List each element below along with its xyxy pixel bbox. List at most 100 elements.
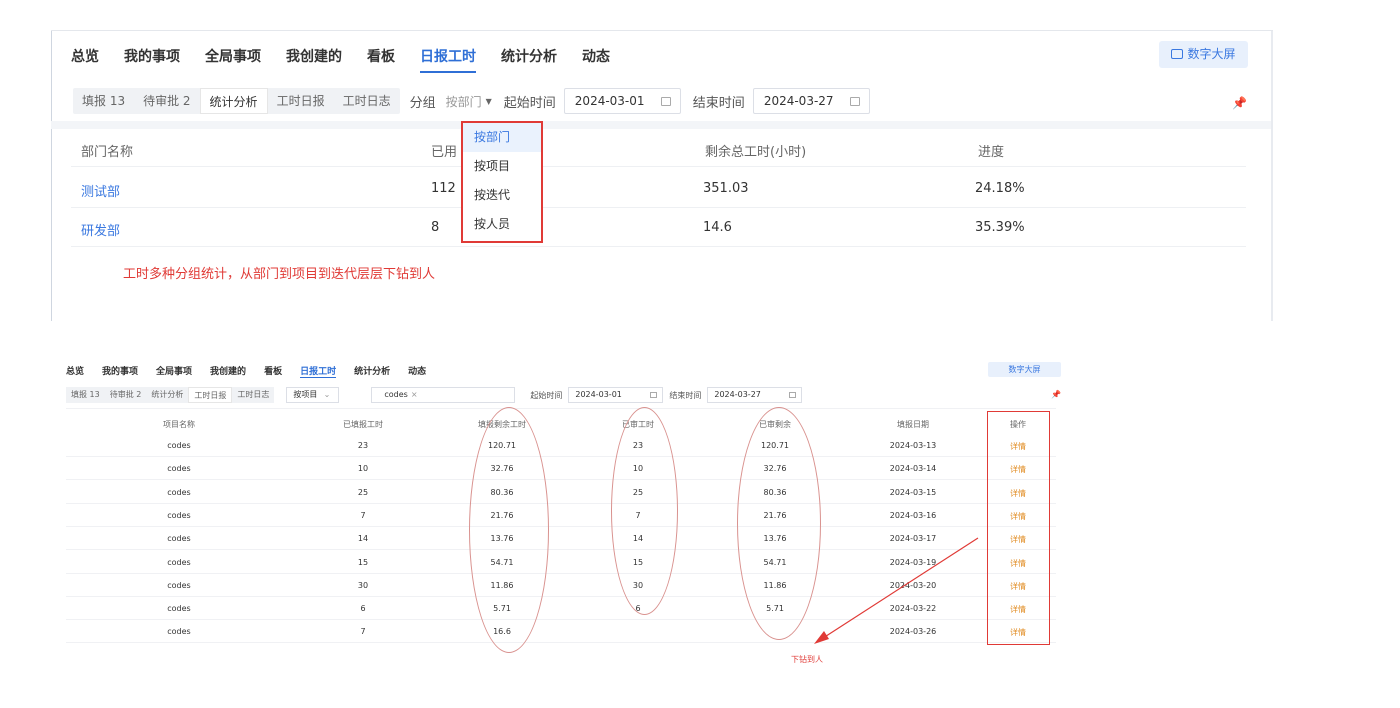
- start-label: 起始时间: [530, 390, 563, 400]
- big-screen-label: 数字大屏: [1008, 365, 1041, 374]
- annotation-text: 下钻到人: [791, 655, 823, 664]
- nav-tab[interactable]: 动态: [408, 364, 426, 378]
- table-cell: 7: [360, 627, 366, 637]
- calendar-icon: [849, 97, 860, 106]
- end-label: 结束时间: [692, 95, 745, 111]
- nav-tab[interactable]: 看板: [367, 47, 395, 73]
- table-cell: codes: [167, 580, 191, 590]
- close-icon[interactable]: ×: [411, 390, 418, 399]
- end-date-input[interactable]: 2024-03-27: [752, 88, 870, 114]
- segment-tab[interactable]: 填报 13: [73, 88, 134, 114]
- nav-tab[interactable]: 看板: [264, 364, 282, 378]
- nav-tab[interactable]: 我创建的: [286, 47, 342, 73]
- remaining-hours: 14.6: [703, 220, 732, 235]
- chevron-down-icon: ⌄: [323, 390, 331, 399]
- top-toolbar: 填报 13 待审批 2 统计分析 工时日报 工时日志 分组 按部门 ▼ 起始时间 2024…: [73, 88, 870, 114]
- top-panel: 总览 我的事项 全局事项 我创建的 看板 日报工时 统计分析 动态 数字大屏 填报 13 待审批…: [51, 30, 1273, 321]
- nav-tab[interactable]: 全局事项: [156, 364, 192, 378]
- segment-tab[interactable]: 待审批 2: [134, 88, 199, 114]
- row-divider: [66, 456, 1056, 457]
- nav-tab[interactable]: 总览: [66, 364, 84, 378]
- table-cell: 2024-03-16: [889, 510, 937, 520]
- table-cell: 2024-03-15: [889, 487, 937, 497]
- group-select[interactable]: 按部门 ▼: [446, 93, 492, 110]
- table-cell: 25: [357, 487, 369, 497]
- end-date-value: 2024-03-27: [763, 94, 834, 108]
- screen-icon: [1171, 49, 1184, 59]
- dropdown-option[interactable]: 按项目: [463, 152, 541, 181]
- view-segments: 填报 13 待审批 2 统计分析 工时日报 工时日志: [66, 387, 275, 403]
- table-cell: codes: [167, 604, 191, 614]
- nav-tab[interactable]: 日报工时: [300, 364, 337, 378]
- nav-tab[interactable]: 日报工时: [420, 47, 476, 73]
- table-cell: codes: [167, 510, 191, 520]
- calendar-icon: [660, 97, 671, 106]
- table-cell: 2024-03-14: [889, 464, 937, 474]
- pin-icon[interactable]: 📌: [1232, 96, 1247, 110]
- project-filter[interactable]: codes ×: [371, 387, 516, 403]
- table-cell: codes: [167, 464, 191, 474]
- start-date-input[interactable]: 2024-03-01: [563, 88, 681, 114]
- segment-tab[interactable]: 工时日报: [268, 88, 334, 114]
- end-label: 结束时间: [669, 390, 702, 400]
- big-screen-button[interactable]: 数字大屏: [988, 362, 1061, 377]
- table-cell: 15: [357, 557, 369, 567]
- table-cell: codes: [167, 627, 191, 637]
- nav-tab[interactable]: 动态: [582, 47, 610, 73]
- dept-link[interactable]: 测试部: [81, 181, 120, 200]
- start-date-input[interactable]: 2024-03-01: [568, 387, 664, 403]
- top-nav: 总览 我的事项 全局事项 我创建的 看板 日报工时 统计分析 动态: [71, 47, 635, 73]
- nav-tab[interactable]: 我的事项: [124, 47, 180, 73]
- table-cell: 2024-03-13: [889, 441, 937, 450]
- col-header-dept: 部门名称: [81, 145, 134, 160]
- group-dropdown: 按部门 按项目 按迭代 按人员: [461, 121, 543, 243]
- bottom-toolbar: 填报 13 待审批 2 统计分析 工时日报 工时日志 按项目 ⌄ codes × 起始时间 …: [66, 387, 803, 403]
- dropdown-option[interactable]: 按迭代: [463, 181, 541, 210]
- table-cell: 7: [360, 510, 366, 520]
- calendar-icon: [650, 392, 658, 398]
- start-date-value: 2024-03-01: [574, 94, 645, 108]
- table-cell: codes: [167, 534, 191, 544]
- col-header: 已填报工时: [343, 420, 383, 429]
- segment-tab[interactable]: 工时日志: [232, 387, 274, 403]
- group-select-value: 按项目: [293, 390, 318, 399]
- segment-tab[interactable]: 待审批 2: [105, 387, 147, 403]
- dropdown-option[interactable]: 按部门: [463, 123, 541, 152]
- nav-tab[interactable]: 统计分析: [501, 47, 557, 73]
- row-divider: [71, 246, 1246, 247]
- filter-tag: codes: [384, 390, 408, 399]
- start-date-value: 2024-03-01: [575, 390, 622, 399]
- table-cell: codes: [167, 487, 191, 497]
- col-header: 填报日期: [897, 420, 929, 429]
- row-divider: [66, 525, 1056, 527]
- dropdown-option[interactable]: 按人员: [463, 210, 541, 239]
- highlight-oval: [611, 407, 678, 615]
- nav-tab[interactable]: 统计分析: [354, 364, 390, 378]
- table-cell: 30: [357, 580, 369, 590]
- nav-tab[interactable]: 我创建的: [210, 364, 246, 378]
- section-divider: [51, 121, 1271, 129]
- big-screen-button[interactable]: 数字大屏: [1159, 41, 1248, 68]
- segment-tab[interactable]: 填报 13: [66, 387, 105, 403]
- annotation-arrow: [814, 537, 979, 644]
- end-date-input[interactable]: 2024-03-27: [707, 387, 803, 403]
- col-header: 项目名称: [163, 420, 195, 429]
- pin-icon[interactable]: 📌: [1051, 390, 1061, 399]
- table-cell: 6: [360, 604, 366, 614]
- nav-tab[interactable]: 总览: [71, 47, 99, 73]
- row-divider: [71, 207, 1246, 208]
- nav-tab[interactable]: 我的事项: [102, 364, 138, 378]
- row-divider: [66, 502, 1056, 504]
- panel-border-right: [1271, 31, 1273, 321]
- segment-tab[interactable]: 工时日报: [188, 387, 233, 403]
- dept-link[interactable]: 研发部: [81, 220, 120, 239]
- remaining-hours: 351.03: [703, 181, 749, 196]
- bottom-panel: 总览 我的事项 全局事项 我创建的 看板 日报工时 统计分析 动态 数字大屏 填报 13 待审批…: [58, 352, 1068, 664]
- segment-tab[interactable]: 工时日志: [334, 88, 400, 114]
- nav-tab[interactable]: 全局事项: [205, 47, 261, 73]
- segment-tab[interactable]: 统计分析: [199, 88, 268, 114]
- start-label: 起始时间: [503, 95, 556, 111]
- segment-tab[interactable]: 统计分析: [146, 387, 188, 403]
- end-date-value: 2024-03-27: [714, 390, 761, 399]
- group-select[interactable]: 按项目 ⌄: [286, 387, 340, 403]
